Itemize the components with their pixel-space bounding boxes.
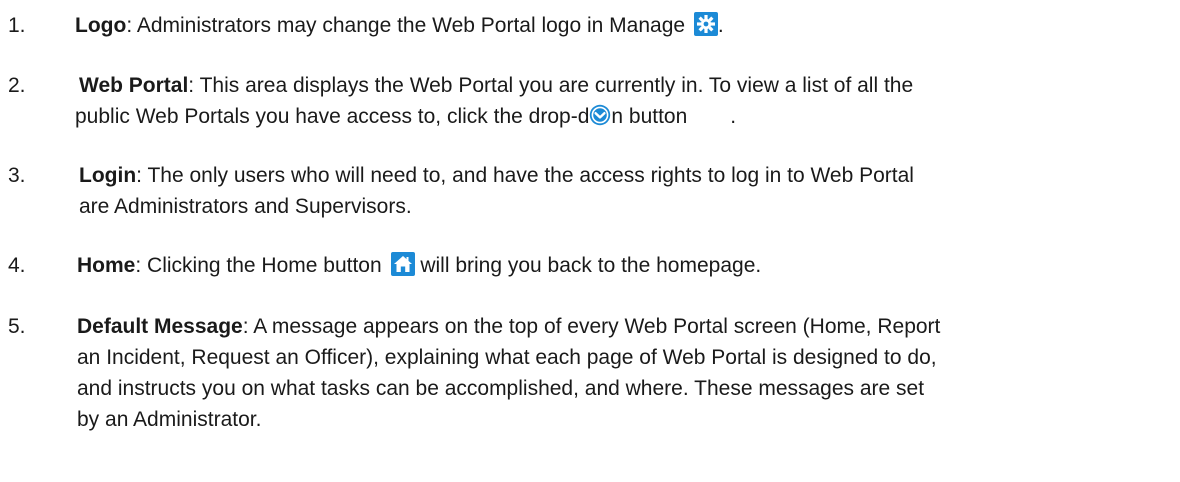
item-text: are Administrators and Supervisors. [79,195,412,218]
chevron-down-circle-icon [589,104,611,126]
item-text: : Clicking the Home button [135,254,382,277]
item-text: : A message appears on the top of every … [242,315,941,338]
item-paragraph: Default Message: A message appears on th… [77,311,1167,342]
item-number: 4. [8,254,26,277]
home-icon [390,252,415,276]
item-term: Home [77,254,136,277]
item-paragraph-line2: public Web Portals you have access to, c… [75,101,1165,132]
item-paragraph-line2: an Incident, Request an Officer), explai… [77,342,1167,373]
item-term: Login [79,164,137,187]
item-paragraph-line2: are Administrators and Supervisors. [79,191,1169,222]
item-paragraph: Login: The only users who will need to, … [79,160,1169,191]
item-term: Web Portal [79,74,189,97]
item-text: an Incident, Request an Officer), explai… [77,346,937,369]
item-text-end: will bring you back to the homepage. [414,254,762,277]
item-paragraph: Home: Clicking the Home button will brin… [77,250,1167,281]
item-term: Default Message [77,315,243,338]
gear-icon [693,12,718,36]
item-number: 1. [8,14,26,37]
item-text: n button [611,105,688,128]
item-paragraph-line3: and instructs you on what tasks can be a… [77,373,1167,404]
item-paragraph-line4: by an Administrator. [77,404,1167,435]
item-number: 5. [8,315,26,338]
item-text: public Web Portals you have access to, c… [75,105,590,128]
item-text: : The only users who will need to, and h… [136,164,914,187]
item-text-end: . [717,14,724,37]
item-paragraph: Web Portal: This area displays the Web P… [79,70,1169,101]
item-number: 2. [8,74,26,97]
item-text-end: . [730,105,737,128]
item-paragraph: Logo: Administrators may change the Web … [75,10,1165,41]
item-text: and instructs you on what tasks can be a… [77,377,925,400]
item-text: : This area displays the Web Portal you … [188,74,914,97]
item-text: : Administrators may change the Web Port… [126,14,686,37]
item-term: Logo [75,14,127,37]
item-number: 3. [8,164,26,187]
item-text: by an Administrator. [77,408,262,431]
